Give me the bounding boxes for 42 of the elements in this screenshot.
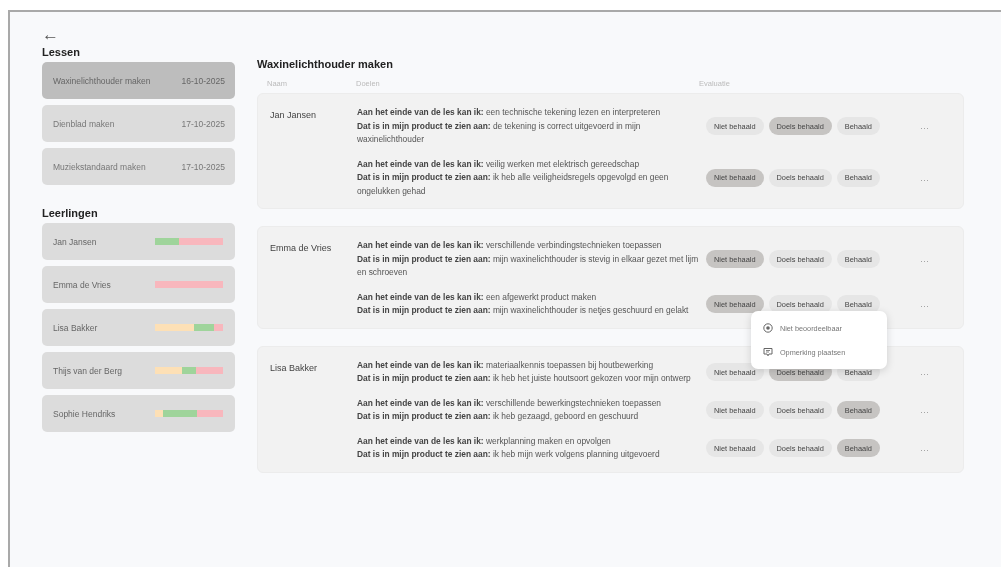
section-heading: Lessen	[42, 46, 81, 58]
lesson-name: Waxinelichthouder maken	[53, 75, 151, 86]
lesson-date: 17-10-2025	[181, 118, 225, 129]
goal-text: Aan het einde van de les kan ik: verschillende bewerkingstechnieken toepassen	[357, 396, 662, 410]
evidence-text: Dat is in mijn product te zien aan: de tekening is correct uitgevoerd in mijn waxinelichthouder	[357, 119, 642, 146]
goal-text: Aan het einde van de les kan ik: een technische tekening lezen en interpreteren	[357, 106, 662, 119]
student-item[interactable]: Jan Jansen	[42, 223, 235, 260]
lesson-item[interactable]: Waxinelichthouder maken 16-10-2025	[42, 62, 235, 99]
evidence-text: Dat is in mijn product te zien aan: ik heb alle veiligheidsregels opgevolgd en geen ongelukken gehad	[357, 171, 670, 198]
comment-icon	[762, 347, 773, 357]
evidence-text: Dat is in mijn product te zien aan: ik heb mijn werk volgens planning uitgevoerd	[357, 448, 661, 461]
student-item[interactable]: Lisa Bakker	[42, 309, 235, 346]
section-heading: Leerlingen	[42, 207, 99, 219]
radio-icon	[762, 323, 773, 333]
goal-text: Aan het einde van de les kan ik: verschillende verbindingstechnieken toepassen	[357, 239, 663, 252]
lesson-item[interactable]: Dienblad maken 17-10-2025	[42, 105, 235, 142]
evidence-text: Dat is in mijn product te zien aan: mijn waxinelichthouder is netjes geschuurd en gelakt	[357, 304, 690, 317]
lesson-name: Muziekstandaard maken	[53, 161, 146, 172]
goal-text: Aan het einde van de les kan ik: materiaalkennis toepassen bij houtbewerking	[357, 358, 655, 372]
student-name: Jan Jansen	[270, 110, 317, 120]
student-item[interactable]: Thijs van der Berg	[42, 352, 235, 389]
goal-text: Aan het einde van de les kan ik: werkplanning maken en opvolgen	[357, 434, 612, 448]
lesson-name: Dienblad maken	[53, 118, 115, 129]
student-name: Lisa Bakker	[270, 362, 318, 373]
student-name: Emma de Vries	[270, 243, 332, 253]
goal-text: Aan het einde van de les kan ik: veilig werken met elektrisch gereedschap	[357, 157, 641, 171]
evidence-text: Dat is in mijn product te zien aan: ik heb gezaagd, geboord en geschuurd	[357, 410, 640, 423]
student-name: Thijs van der Berg	[53, 365, 122, 376]
student-name: Emma de Vries	[53, 279, 111, 290]
lesson-item[interactable]: Muziekstandaard maken 17-10-2025	[42, 148, 235, 185]
student-name: Lisa Bakker	[53, 322, 98, 333]
lesson-date: 16-10-2025	[181, 75, 225, 86]
student-item[interactable]: Emma de Vries	[42, 266, 235, 303]
page-title: Waxinelichthouder maken	[257, 58, 394, 70]
student-name: Sophie Hendriks	[53, 408, 116, 419]
student-name: Jan Jansen	[53, 236, 97, 247]
student-item[interactable]: Sophie Hendriks	[42, 395, 235, 432]
evidence-text: Dat is in mijn product te zien aan: mijn waxinelichthouder is stevig in elkaar gezet met lijm en schroeven	[357, 252, 700, 279]
goal-text: Aan het einde van de les kan ik: een afgewerkt product maken	[357, 290, 598, 304]
evidence-text: Dat is in mijn product te zien aan: ik heb het juiste houtsoort gekozen voor mijn ontwerp	[357, 372, 692, 385]
lesson-date: 17-10-2025	[181, 161, 225, 172]
back-button[interactable]: ←	[42, 26, 58, 44]
